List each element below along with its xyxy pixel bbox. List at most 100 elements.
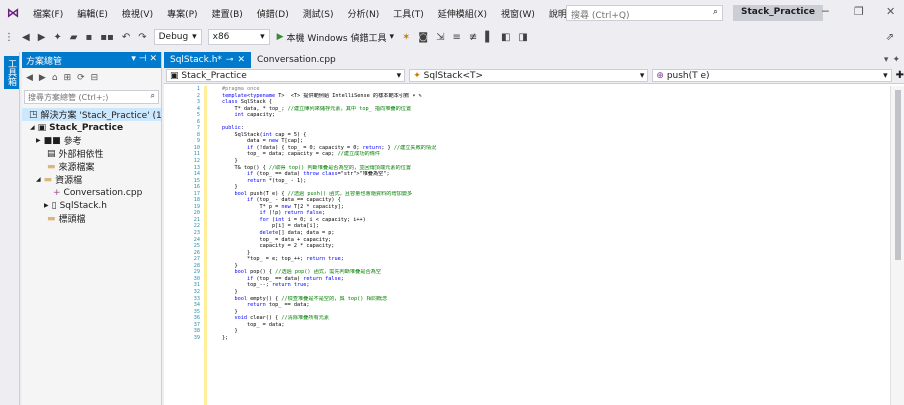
menu-item[interactable]: 編輯(E): [70, 7, 115, 20]
comment-icon[interactable]: ≡: [448, 32, 464, 43]
change-indicator: [204, 86, 207, 405]
hot-reload-icon[interactable]: ✶: [398, 32, 414, 43]
menu-item[interactable]: 檢視(V): [115, 7, 160, 20]
class-dropdown[interactable]: ✦ SqlStack<T> ▾: [409, 69, 649, 82]
folder-icon: ▬: [43, 174, 53, 185]
chevron-down-icon[interactable]: ▾: [884, 55, 889, 65]
scrollbar-thumb[interactable]: [895, 90, 901, 260]
code-text[interactable]: #pragma once template<typename T> <T> 提供範…: [222, 86, 882, 341]
pin-icon[interactable]: ⊣: [139, 54, 147, 64]
next-bookmark-icon[interactable]: ◨: [514, 32, 531, 43]
tree-item-label: 標頭檔: [58, 215, 86, 225]
back-icon[interactable]: ◀: [18, 32, 34, 43]
chevron-down-icon: ▾: [260, 32, 265, 42]
tree-item[interactable]: ◢ ▬ 資源檔: [22, 173, 161, 187]
solution-explorer-title-bar: 方案總管 ▾ ⊣ ✕: [22, 52, 161, 68]
project-name: Stack_Practice: [181, 70, 247, 81]
split-editor-icon[interactable]: ✚: [896, 70, 904, 81]
close-icon[interactable]: ✕: [149, 54, 157, 64]
class-name: SqlStack<T>: [423, 70, 484, 81]
back-icon[interactable]: ◀: [26, 73, 33, 83]
bookmark-icon[interactable]: ▌: [481, 32, 497, 43]
new-project-icon[interactable]: ✦: [49, 32, 65, 43]
menu-item[interactable]: 工具(T): [386, 7, 431, 20]
undo-icon[interactable]: ↶: [118, 32, 134, 43]
save-all-icon[interactable]: ▪▪: [96, 32, 118, 43]
code-area[interactable]: 1 2 3 4 5 6 7 8 9 10 11 12 13 14 15 16 17 18 19 20 21 22 23 24 2…: [164, 86, 904, 405]
vertical-scrollbar[interactable]: [890, 86, 904, 405]
solution-search-placeholder: 搜尋方案總管 (Ctrl+;): [28, 93, 109, 102]
platform-select[interactable]: x86 ▾: [207, 29, 270, 45]
tree-item[interactable]: ▬ 來源檔案: [22, 160, 161, 174]
tree-item[interactable]: ◳ 解決方案 'Stack_Practice' (1 個: [22, 108, 161, 121]
solution-explorer: 方案總管 ▾ ⊣ ✕ ◀ ▶ ⌂ ⊞ ⟳ ⊟ 搜尋方案總管 (Ctrl+;) ⌕…: [22, 52, 162, 405]
minimize-icon[interactable]: ─: [822, 5, 829, 18]
forward-icon[interactable]: ▶: [34, 32, 50, 43]
tab-sqlstack-h[interactable]: SqlStack.h* ⊸ ✕: [164, 52, 252, 68]
toolbox-tab[interactable]: 工具箱: [4, 56, 19, 89]
switch-views-icon[interactable]: ⊞: [64, 73, 72, 83]
tree-item[interactable]: + Conversation.cpp: [22, 186, 161, 199]
toolbar: ⋮ ◀ ▶ ✦ ▰ ▪ ▪▪ ↶ ↷ Debug ▾ x86 ▾ ▶ 本機 Wi…: [0, 26, 904, 48]
camera-icon[interactable]: ◙: [414, 32, 432, 43]
menu-item[interactable]: 測試(S): [296, 7, 341, 20]
project-icon: ▣: [170, 70, 182, 81]
expand-arrow-icon[interactable]: ◢: [36, 176, 41, 183]
menu-item[interactable]: 偵錯(D): [250, 7, 296, 20]
method-icon: ⊕: [656, 70, 667, 81]
search-input[interactable]: 搜尋 (Ctrl+Q) ⌕: [566, 5, 723, 21]
chevron-down-icon[interactable]: ▾: [131, 54, 136, 64]
folder-icon: ▬: [47, 161, 56, 172]
chevron-down-icon: ▾: [192, 32, 197, 42]
solution-search-input[interactable]: 搜尋方案總管 (Ctrl+;) ⌕: [24, 90, 159, 104]
save-icon[interactable]: ▪: [82, 32, 97, 43]
menu-item[interactable]: 專案(P): [160, 7, 204, 20]
tree-item[interactable]: ◢ ▣ Stack_Practice: [22, 121, 161, 134]
project-dropdown-value: ▣ Stack_Practice: [170, 71, 247, 81]
references-icon: ■■: [43, 135, 61, 146]
tree-item[interactable]: ▶ ▯ SqlStack.h: [22, 199, 161, 212]
redo-icon[interactable]: ↷: [134, 32, 150, 43]
expand-arrow-icon[interactable]: ▶: [36, 137, 41, 144]
configuration-select[interactable]: Debug ▾: [153, 29, 202, 45]
live-share-icon[interactable]: ⇗: [882, 32, 898, 43]
tree-item[interactable]: ▬ 標頭檔: [22, 212, 161, 226]
uncomment-icon[interactable]: ≢: [465, 32, 481, 43]
project-dropdown[interactable]: ▣ Stack_Practice ▾: [166, 69, 406, 82]
home-icon[interactable]: ⌂: [52, 73, 58, 83]
start-debugging-button[interactable]: ▶ 本機 Windows 偵錯工具 ▾: [273, 31, 398, 44]
cpp-file-icon: +: [53, 187, 61, 198]
code-line[interactable]: };: [222, 335, 882, 342]
close-icon[interactable]: ✕: [886, 5, 895, 18]
chevron-down-icon: ▾: [389, 32, 394, 42]
settings-icon[interactable]: ✦: [892, 55, 900, 65]
search-icon: ⌕: [712, 7, 718, 17]
menu-item[interactable]: 分析(N): [340, 7, 386, 20]
expand-arrow-icon[interactable]: ▶: [44, 202, 49, 209]
step-icon[interactable]: ⇲: [432, 32, 448, 43]
chevron-down-icon: ▾: [883, 70, 888, 81]
search-placeholder: 搜尋 (Ctrl+Q): [571, 11, 630, 21]
prev-bookmark-icon[interactable]: ◧: [497, 32, 514, 43]
restore-icon[interactable]: ❐: [854, 5, 864, 18]
tab-conversation-cpp[interactable]: Conversation.cpp: [251, 52, 342, 68]
pin-icon[interactable]: ⊸: [226, 55, 234, 65]
start-debugging-label: 本機 Windows 偵錯工具: [286, 33, 387, 44]
close-icon[interactable]: ✕: [237, 55, 245, 65]
chevron-down-icon: ▾: [396, 70, 402, 81]
menu-item[interactable]: 延伸模組(X): [431, 7, 494, 20]
collapse-all-icon[interactable]: ⊟: [91, 73, 99, 83]
tree-item[interactable]: ▶ ■■ 參考: [22, 134, 161, 148]
menu-item[interactable]: 建置(B): [205, 7, 250, 20]
expand-arrow-icon[interactable]: ◢: [30, 124, 35, 131]
menu-item[interactable]: 檔案(F): [26, 7, 70, 20]
header-file-icon: ▯: [51, 200, 57, 211]
sync-icon[interactable]: ⟳: [77, 73, 85, 83]
member-dropdown[interactable]: ⊕ push(T e) ▾: [652, 69, 892, 82]
forward-icon[interactable]: ▶: [39, 73, 46, 83]
tree-item[interactable]: ▤ 外部相依性: [22, 147, 161, 161]
open-file-icon[interactable]: ▰: [66, 32, 82, 43]
search-icon: ⌕: [150, 91, 155, 100]
menu-item[interactable]: 視窗(W): [494, 7, 542, 20]
tree-item-label: 外部相依性: [58, 150, 104, 160]
